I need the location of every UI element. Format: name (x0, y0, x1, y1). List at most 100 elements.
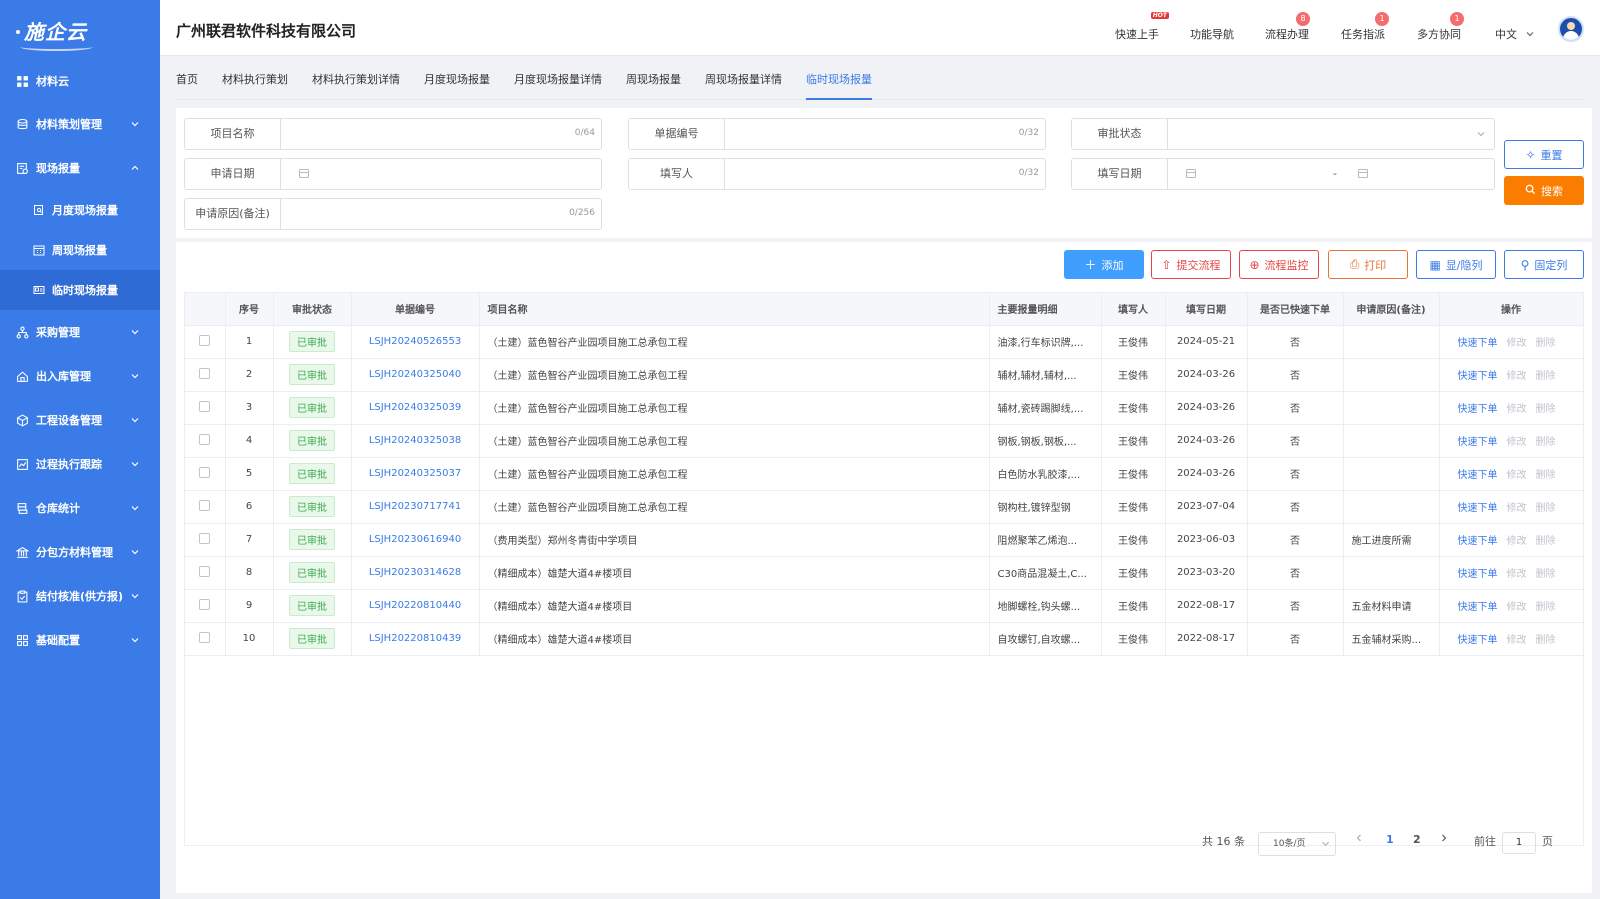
row-checkbox[interactable] (199, 433, 211, 445)
edit-link[interactable]: 修改 (1507, 635, 1527, 646)
sidebar-item-material-cloud[interactable]: 材料云 (0, 60, 160, 102)
sidebar-item[interactable]: 出入库管理 (0, 354, 160, 398)
delete-link[interactable]: 删除 (1536, 338, 1556, 349)
page-number-2[interactable]: 2 (1413, 833, 1421, 857)
logo[interactable]: 施企云 (0, 0, 160, 60)
doc-link[interactable]: LSJH20240325038 (369, 435, 461, 446)
row-checkbox[interactable] (199, 499, 211, 511)
apply-date-input[interactable] (281, 159, 601, 189)
show-hide-columns-button[interactable]: ▦ 显/隐列 (1416, 250, 1496, 279)
edit-link[interactable]: 修改 (1507, 536, 1527, 547)
sidebar-item[interactable]: 基础配置 (0, 618, 160, 662)
quick-order-link[interactable]: 快速下单 (1458, 602, 1498, 613)
page-size-select[interactable]: 10条/页 (1258, 832, 1336, 856)
edit-link[interactable]: 修改 (1507, 338, 1527, 349)
quick-order-link[interactable]: 快速下单 (1458, 437, 1498, 448)
sidebar-item[interactable]: 结付核准(供方报) (0, 574, 160, 618)
edit-link[interactable]: 修改 (1507, 569, 1527, 580)
sidebar-subitem[interactable]: 临时现场报量 (0, 270, 160, 310)
reset-button[interactable]: ✧ 重置 (1504, 140, 1584, 169)
sidebar-item[interactable]: 现场报量 (0, 146, 160, 190)
sidebar-item[interactable]: 仓库统计 (0, 486, 160, 530)
language-select[interactable]: 中文 (1495, 26, 1535, 42)
prev-page-button[interactable] (1354, 833, 1364, 857)
edit-link[interactable]: 修改 (1507, 470, 1527, 481)
quick-start-link[interactable]: 快速上手 HOT (1115, 12, 1169, 42)
edit-link[interactable]: 修改 (1507, 503, 1527, 514)
tab[interactable]: 首页 (176, 56, 198, 100)
row-checkbox[interactable] (199, 631, 211, 643)
tab[interactable]: 月度现场报量详情 (514, 56, 602, 100)
sidebar-item[interactable]: 材料策划管理 (0, 102, 160, 146)
tab[interactable]: 周现场报量 (626, 56, 681, 100)
quick-order-link[interactable]: 快速下单 (1458, 503, 1498, 514)
sidebar-item[interactable]: 工程设备管理 (0, 398, 160, 442)
row-checkbox[interactable] (199, 532, 211, 544)
flow-monitor-button[interactable]: ⊕ 流程监控 (1239, 250, 1319, 279)
doc-link[interactable]: LSJH20240325037 (369, 468, 461, 479)
quick-order-link[interactable]: 快速下单 (1458, 371, 1498, 382)
tab[interactable]: 临时现场报量 (806, 56, 872, 100)
doc-link[interactable]: LSJH20230314628 (369, 567, 461, 578)
doc-link[interactable]: LSJH20230616940 (369, 534, 461, 545)
fix-columns-button[interactable]: ⚲ 固定列 (1504, 250, 1584, 279)
quick-order-link[interactable]: 快速下单 (1458, 470, 1498, 481)
quick-order-link[interactable]: 快速下单 (1458, 404, 1498, 415)
task-assign-link[interactable]: 任务指派 1 (1341, 12, 1389, 42)
project-name-input[interactable]: 0/64 (281, 119, 601, 149)
approval-status-select[interactable] (1168, 119, 1494, 149)
process-handling-link[interactable]: 流程办理 8 (1265, 12, 1310, 42)
quick-order-link[interactable]: 快速下单 (1458, 635, 1498, 646)
edit-link[interactable]: 修改 (1507, 437, 1527, 448)
row-checkbox[interactable] (199, 565, 211, 577)
row-checkbox[interactable] (199, 598, 211, 610)
edit-link[interactable]: 修改 (1507, 371, 1527, 382)
tab[interactable]: 材料执行策划 (222, 56, 288, 100)
search-button[interactable]: 搜索 (1504, 176, 1584, 205)
apply-reason-input[interactable]: 0/256 (281, 199, 601, 229)
doc-link[interactable]: LSJH20240526553 (369, 336, 461, 347)
row-checkbox[interactable] (199, 400, 211, 412)
doc-link[interactable]: LSJH20240325040 (369, 369, 461, 380)
add-button[interactable]: ＋ 添加 (1064, 250, 1144, 279)
sidebar-subitem[interactable]: 月度现场报量 (0, 190, 160, 230)
function-nav-link[interactable]: 功能导航 (1190, 26, 1234, 42)
delete-link[interactable]: 删除 (1536, 437, 1556, 448)
delete-link[interactable]: 删除 (1536, 635, 1556, 646)
fill-date-range[interactable]: - (1168, 159, 1494, 189)
tab[interactable]: 材料执行策划详情 (312, 56, 400, 100)
quick-order-link[interactable]: 快速下单 (1458, 569, 1498, 580)
sidebar-item[interactable]: 采购管理 (0, 310, 160, 354)
submit-flow-button[interactable]: ⇧ 提交流程 (1151, 250, 1231, 279)
sidebar-item[interactable]: 分包方材料管理 (0, 530, 160, 574)
row-checkbox[interactable] (199, 334, 211, 346)
print-button[interactable]: ⎙ 打印 (1328, 250, 1408, 279)
edit-link[interactable]: 修改 (1507, 602, 1527, 613)
doc-no-input[interactable]: 0/32 (725, 119, 1045, 149)
delete-link[interactable]: 删除 (1536, 470, 1556, 481)
tab[interactable]: 月度现场报量 (424, 56, 490, 100)
collaboration-link[interactable]: 多方协同 1 (1417, 12, 1464, 42)
delete-link[interactable]: 删除 (1536, 602, 1556, 613)
avatar[interactable] (1558, 16, 1584, 42)
doc-link[interactable]: LSJH20220810440 (369, 600, 461, 611)
sidebar-subitem[interactable]: 周现场报量 (0, 230, 160, 270)
delete-link[interactable]: 删除 (1536, 569, 1556, 580)
delete-link[interactable]: 删除 (1536, 503, 1556, 514)
delete-link[interactable]: 删除 (1536, 404, 1556, 415)
sidebar-item[interactable]: 过程执行跟踪 (0, 442, 160, 486)
quick-order-link[interactable]: 快速下单 (1458, 338, 1498, 349)
page-number-1[interactable]: 1 (1386, 833, 1394, 857)
select-all-header[interactable] (185, 293, 226, 326)
next-page-button[interactable] (1439, 833, 1449, 857)
row-checkbox[interactable] (199, 466, 211, 478)
doc-link[interactable]: LSJH20240325039 (369, 402, 461, 413)
tab[interactable]: 周现场报量详情 (705, 56, 782, 100)
goto-page-input[interactable]: 1 (1502, 832, 1536, 854)
doc-link[interactable]: LSJH20220810439 (369, 633, 461, 644)
filler-input[interactable]: 0/32 (725, 159, 1045, 189)
quick-order-link[interactable]: 快速下单 (1458, 536, 1498, 547)
row-checkbox[interactable] (199, 367, 211, 379)
doc-link[interactable]: LSJH20230717741 (369, 501, 461, 512)
delete-link[interactable]: 删除 (1536, 536, 1556, 547)
